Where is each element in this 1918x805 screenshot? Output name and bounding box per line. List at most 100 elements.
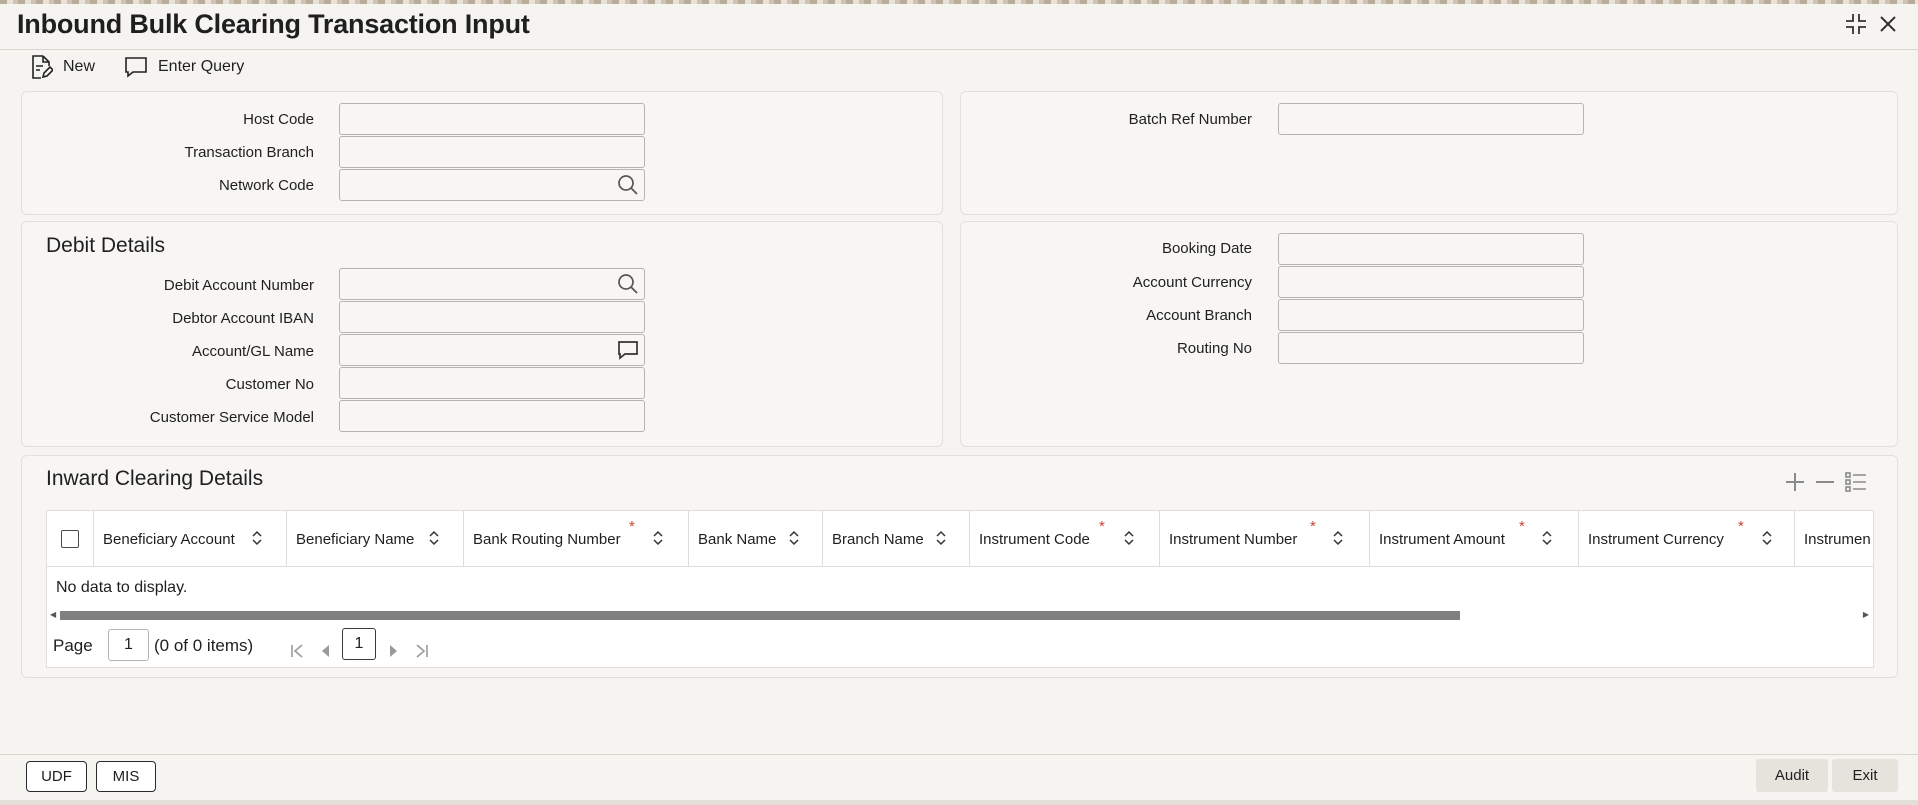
column-label: Instrument Currency	[1588, 530, 1724, 548]
select-all-column	[47, 511, 94, 567]
search-icon[interactable]	[614, 171, 642, 199]
sort-icon[interactable]	[428, 529, 440, 551]
routing-no-field[interactable]	[1278, 332, 1584, 364]
account-currency-label: Account Currency	[1132, 274, 1252, 291]
network-code-field[interactable]	[339, 169, 645, 201]
add-row-icon[interactable]	[1781, 471, 1809, 493]
batch-ref-number-field[interactable]	[1278, 103, 1584, 135]
required-marker: *	[1738, 518, 1744, 535]
page-title: Inbound Bulk Clearing Transaction Input	[17, 9, 530, 39]
page-number-input[interactable]: 1	[108, 629, 149, 661]
sort-icon[interactable]	[1761, 529, 1773, 551]
debit-details-title: Debit Details	[46, 234, 166, 257]
column-beneficiary-account[interactable]: Beneficiary Account	[94, 511, 287, 567]
sort-icon[interactable]	[788, 529, 800, 551]
column-branch-name[interactable]: Branch Name	[823, 511, 970, 567]
search-icon[interactable]	[614, 270, 642, 298]
column-bank-name[interactable]: Bank Name	[689, 511, 823, 567]
booking-date-field[interactable]	[1278, 233, 1584, 265]
account-branch-field[interactable]	[1278, 299, 1584, 331]
select-all-checkbox[interactable]	[61, 530, 79, 548]
new-button-label: New	[63, 58, 96, 75]
required-marker: *	[1099, 518, 1105, 535]
sort-icon[interactable]	[652, 529, 664, 551]
audit-button[interactable]: Audit	[1756, 759, 1828, 792]
close-icon[interactable]	[1874, 10, 1902, 38]
account-gl-name-label: Account/GL Name	[192, 343, 314, 360]
column-instrument-code[interactable]: Instrument Code *	[970, 511, 1160, 567]
next-page-icon[interactable]	[386, 641, 400, 661]
account-branch-label: Account Branch	[1146, 307, 1252, 324]
inward-clearing-title: Inward Clearing Details	[46, 467, 264, 490]
mis-button[interactable]: MIS	[96, 761, 156, 792]
column-label: Instrumen	[1804, 530, 1871, 548]
new-document-icon	[29, 54, 53, 80]
previous-page-icon[interactable]	[319, 641, 333, 661]
pager-items-count: (0 of 0 items)	[154, 636, 254, 655]
current-page-indicator[interactable]: 1	[342, 628, 376, 660]
scroll-left-arrow-icon[interactable]: ◀	[50, 610, 56, 619]
maximize-icon[interactable]	[1842, 10, 1870, 38]
sort-icon[interactable]	[935, 529, 947, 551]
customer-no-field[interactable]	[339, 367, 645, 399]
required-marker: *	[629, 518, 635, 535]
debit-account-number-field[interactable]	[339, 268, 645, 300]
account-gl-name-field[interactable]	[339, 334, 645, 366]
chat-bubble-icon	[124, 56, 148, 78]
last-page-icon[interactable]	[413, 641, 431, 661]
routing-no-label: Routing No	[1176, 340, 1252, 357]
pager-page-label: Page	[53, 636, 93, 655]
booking-date-label: Booking Date	[1161, 240, 1252, 257]
debtor-account-iban-field[interactable]	[339, 301, 645, 333]
transaction-branch-field[interactable]	[339, 136, 645, 168]
column-bank-routing-number[interactable]: Bank Routing Number *	[464, 511, 689, 567]
enter-query-button-label: Enter Query	[158, 58, 245, 75]
debit-account-number-label: Debit Account Number	[163, 277, 314, 294]
exit-button[interactable]: Exit	[1832, 759, 1898, 792]
column-instrument-truncated[interactable]: Instrumen	[1795, 511, 1873, 567]
network-code-label: Network Code	[218, 177, 314, 194]
grid-toolbar	[1781, 471, 1871, 493]
column-label: Branch Name	[832, 530, 924, 548]
host-code-field[interactable]	[339, 103, 645, 135]
transaction-branch-label: Transaction Branch	[184, 144, 314, 161]
column-instrument-currency[interactable]: Instrument Currency *	[1579, 511, 1795, 567]
column-label: Instrument Code	[979, 530, 1090, 548]
customer-service-model-label: Customer Service Model	[149, 409, 314, 426]
list-options-icon[interactable]	[1841, 471, 1871, 493]
column-label: Bank Name	[698, 530, 777, 548]
sort-icon[interactable]	[1123, 529, 1135, 551]
customer-service-model-field[interactable]	[339, 400, 645, 432]
batch-ref-number-label: Batch Ref Number	[1128, 111, 1252, 128]
required-marker: *	[1310, 518, 1316, 535]
column-label: Beneficiary Account	[103, 530, 235, 548]
column-label: Instrument Number	[1169, 530, 1298, 548]
host-code-label: Host Code	[243, 111, 314, 128]
column-beneficiary-name[interactable]: Beneficiary Name	[287, 511, 464, 567]
column-label: Beneficiary Name	[296, 530, 415, 548]
delete-row-icon[interactable]	[1809, 471, 1841, 493]
column-label: Bank Routing Number	[473, 530, 621, 548]
scroll-right-arrow-icon[interactable]: ▶	[1863, 610, 1869, 619]
column-instrument-amount[interactable]: Instrument Amount *	[1370, 511, 1579, 567]
grid-header-row: Beneficiary Account Beneficiary Name Ban…	[47, 511, 1873, 567]
udf-button[interactable]: UDF	[26, 761, 87, 792]
column-instrument-number[interactable]: Instrument Number *	[1160, 511, 1370, 567]
column-label: Instrument Amount	[1379, 530, 1505, 548]
horizontal-scrollbar[interactable]	[60, 611, 1460, 620]
sort-icon[interactable]	[1332, 529, 1344, 551]
header-divider	[0, 49, 1918, 50]
decorative-header-strip	[0, 0, 1918, 4]
new-button[interactable]: New	[29, 52, 95, 82]
inward-clearing-grid: Beneficiary Account Beneficiary Name Ban…	[46, 510, 1874, 668]
bottom-strip	[0, 800, 1918, 805]
chat-bubble-icon[interactable]	[614, 336, 642, 364]
footer-bar	[0, 755, 1918, 801]
enter-query-button[interactable]: Enter Query	[124, 52, 244, 82]
empty-grid-message: No data to display.	[56, 579, 188, 596]
account-currency-field[interactable]	[1278, 266, 1584, 298]
sort-icon[interactable]	[251, 529, 263, 551]
required-marker: *	[1519, 518, 1525, 535]
first-page-icon[interactable]	[288, 641, 306, 661]
sort-icon[interactable]	[1541, 529, 1553, 551]
